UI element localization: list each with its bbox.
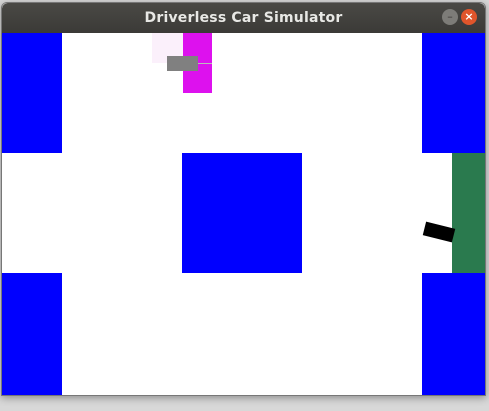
building-block-top-right [422,33,485,153]
simulation-canvas[interactable] [2,33,485,395]
obstacle-car [422,221,456,243]
building-block-center [182,153,302,273]
title-bar[interactable]: Driverless Car Simulator – × [2,3,485,33]
building-block-bottom-left [2,273,62,395]
simulator-window: Driverless Car Simulator – × [1,2,486,396]
goal-zone [452,153,485,273]
close-button[interactable]: × [461,9,477,25]
building-block-top-left [2,33,62,153]
minimize-button[interactable]: – [442,9,458,25]
building-block-bottom-right [422,273,485,395]
sensor-ray [198,63,212,64]
close-icon: × [464,10,474,23]
minimize-icon: – [447,10,453,23]
window-title: Driverless Car Simulator [144,10,343,26]
car-sensor [167,56,198,71]
